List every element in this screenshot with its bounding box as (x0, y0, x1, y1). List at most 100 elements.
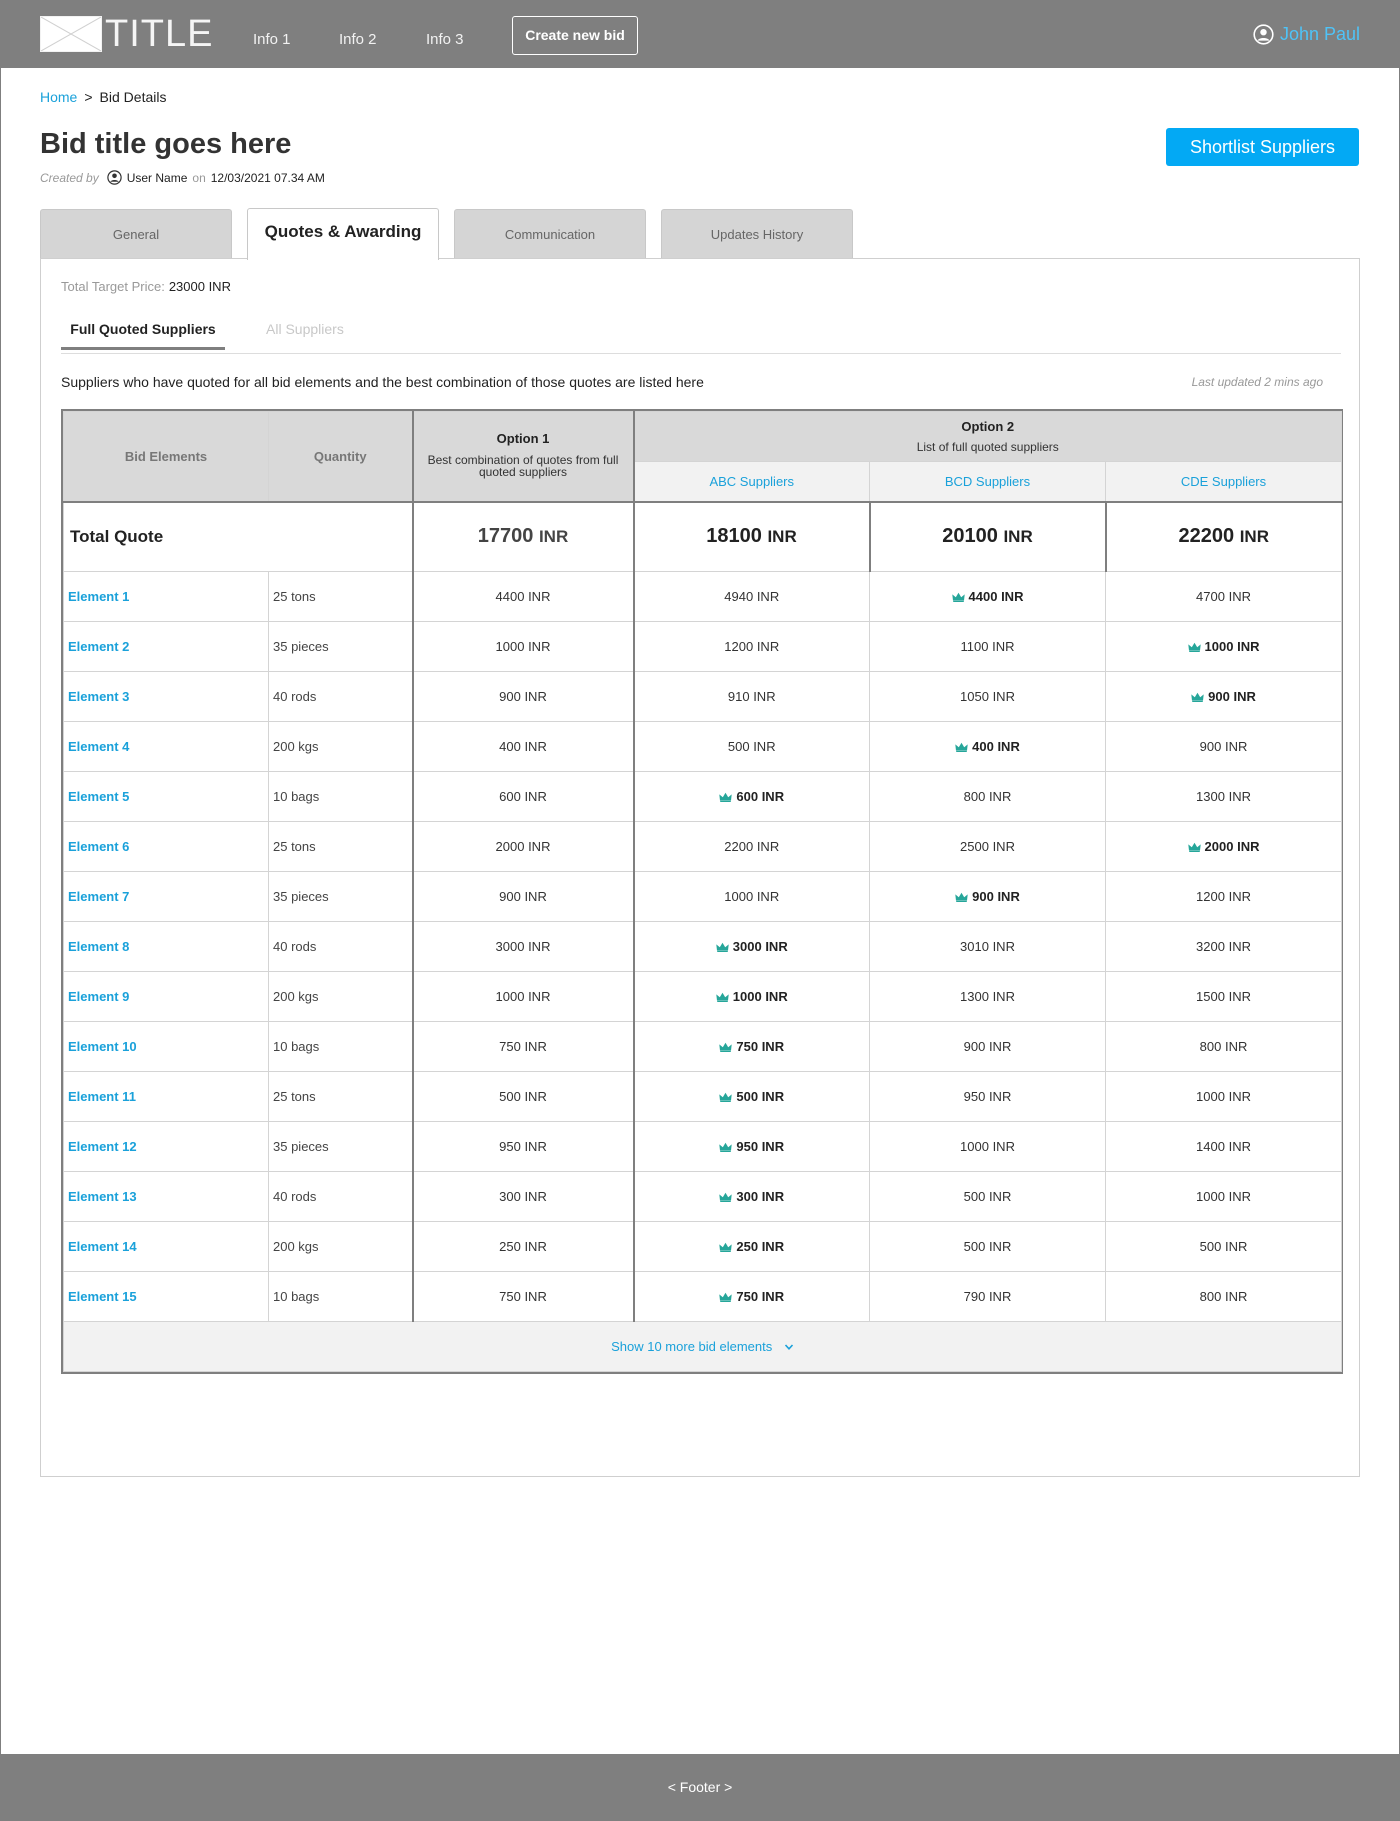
tab-updates-history[interactable]: Updates History (661, 209, 853, 259)
breadcrumb-home-link[interactable]: Home (40, 89, 77, 105)
best-quote-cell[interactable]: 1000 INR (1104, 621, 1343, 672)
supplier-quote-cell[interactable]: 500 INR (632, 721, 870, 772)
bid-element-link[interactable]: Element 14 (63, 1221, 269, 1272)
nav-info-2[interactable]: Info 2 (339, 31, 377, 48)
supplier-quote-cell[interactable]: 4940 INR (632, 571, 870, 622)
supplier-quote-cell[interactable]: 790 INR (869, 1271, 1106, 1322)
best-quote-cell[interactable]: 300 INR (632, 1171, 870, 1222)
best-quote-cell[interactable]: 600 INR (632, 771, 870, 822)
option-1-quote-cell: 600 INR (411, 771, 634, 822)
best-quote-cell[interactable]: 1000 INR (632, 971, 870, 1022)
best-quote-cell[interactable]: 4400 INR (869, 571, 1106, 622)
supplier-header-cde[interactable]: CDE Suppliers (1104, 461, 1343, 502)
best-quote-cell[interactable]: 750 INR (632, 1021, 870, 1072)
best-quote-cell[interactable]: 750 INR (632, 1271, 870, 1322)
best-quote-cell[interactable]: 500 INR (632, 1071, 870, 1122)
supplier-quote-cell[interactable]: 1400 INR (1104, 1121, 1343, 1172)
supplier-quote-cell[interactable]: 1050 INR (869, 671, 1106, 722)
supplier-quote-cell[interactable]: 1300 INR (1104, 771, 1343, 822)
best-quote-cell[interactable]: 950 INR (632, 1121, 870, 1172)
bid-element-link[interactable]: Element 15 (63, 1271, 269, 1322)
supplier-quote-cell[interactable]: 3010 INR (869, 921, 1106, 972)
bid-element-link[interactable]: Element 9 (63, 971, 269, 1022)
supplier-quote-cell[interactable]: 1200 INR (632, 621, 870, 672)
quote-value: 600 INR (736, 789, 785, 804)
table-row: Element 13 40 rods 300 INR 300 INR 500 INR 10… (63, 1171, 1343, 1222)
crown-icon (1187, 842, 1201, 852)
supplier-header-abc[interactable]: ABC Suppliers (632, 461, 870, 502)
supplier-quote-cell[interactable]: 500 INR (869, 1171, 1106, 1222)
tab-communication[interactable]: Communication (454, 209, 646, 259)
create-new-bid-button[interactable]: Create new bid (512, 16, 638, 55)
show-more-button[interactable]: Show 10 more bid elements (62, 1321, 1343, 1372)
total-currency: INR (1239, 527, 1269, 547)
bid-element-link[interactable]: Element 4 (63, 721, 269, 772)
supplier-quote-cell[interactable]: 3200 INR (1104, 921, 1343, 972)
supplier-quote-cell[interactable]: 800 INR (1104, 1271, 1343, 1322)
bid-element-link[interactable]: Element 6 (63, 821, 269, 872)
supplier-quote-cell[interactable]: 800 INR (869, 771, 1106, 822)
total-currency: INR (767, 527, 797, 547)
bid-element-link[interactable]: Element 8 (63, 921, 269, 972)
bid-element-link[interactable]: Element 7 (63, 871, 269, 922)
best-quote-cell[interactable]: 400 INR (869, 721, 1106, 772)
supplier-quote-cell[interactable]: 1000 INR (632, 871, 870, 922)
best-quote-cell[interactable]: 3000 INR (632, 921, 870, 972)
quote-value: 2000 INR (1204, 839, 1260, 854)
bid-element-link[interactable]: Element 2 (63, 621, 269, 672)
top-navbar: TITLE Info 1 Info 2 Info 3 Create new bi… (0, 0, 1400, 68)
total-quote-bcd: 20100 INR (868, 500, 1106, 572)
nav-info-3[interactable]: Info 3 (426, 31, 464, 48)
logo-placeholder-icon[interactable] (40, 16, 102, 52)
supplier-quote-cell[interactable]: 1000 INR (1104, 1171, 1343, 1222)
tab-general[interactable]: General (40, 209, 232, 259)
bid-element-link[interactable]: Element 11 (63, 1071, 269, 1122)
supplier-quote-cell[interactable]: 1500 INR (1104, 971, 1343, 1022)
best-quote-cell[interactable]: 900 INR (1104, 671, 1343, 722)
subtab-full-quoted-suppliers[interactable]: Full Quoted Suppliers (61, 321, 225, 350)
supplier-quote-cell[interactable]: 900 INR (869, 1021, 1106, 1072)
supplier-quote-cell[interactable]: 1000 INR (1104, 1071, 1343, 1122)
supplier-quote-cell[interactable]: 2500 INR (869, 821, 1106, 872)
supplier-quote-cell[interactable]: 1000 INR (869, 1121, 1106, 1172)
page-frame-left (0, 68, 1, 1754)
show-more-label: Show 10 more bid elements (611, 1339, 773, 1354)
on-label: on (192, 170, 206, 185)
supplier-quote-cell[interactable]: 500 INR (869, 1221, 1106, 1272)
bid-element-link[interactable]: Element 13 (63, 1171, 269, 1222)
supplier-quote-cell[interactable]: 4700 INR (1104, 571, 1343, 622)
crown-icon (1191, 692, 1204, 702)
supplier-quote-cell[interactable]: 800 INR (1104, 1021, 1343, 1072)
supplier-quote-cell[interactable]: 900 INR (1104, 721, 1343, 772)
bid-element-link[interactable]: Element 12 (63, 1121, 269, 1172)
bid-element-link[interactable]: Element 1 (63, 571, 269, 622)
quote-value: 1000 INR (732, 989, 788, 1004)
option-1-quote-cell: 950 INR (411, 1121, 634, 1172)
supplier-header-bcd[interactable]: BCD Suppliers (869, 461, 1106, 502)
best-quote-cell[interactable]: 250 INR (632, 1221, 870, 1272)
user-menu[interactable]: John Paul (1253, 24, 1360, 45)
shortlist-suppliers-button[interactable]: Shortlist Suppliers (1166, 128, 1359, 166)
tab-quotes-awarding[interactable]: Quotes & Awarding (247, 208, 439, 260)
supplier-quote-cell[interactable]: 1200 INR (1104, 871, 1343, 922)
bid-element-link[interactable]: Element 3 (63, 671, 269, 722)
total-amount: 22200 (1178, 525, 1235, 548)
supplier-quote-cell[interactable]: 910 INR (632, 671, 870, 722)
supplier-quote-cell[interactable]: 2200 INR (632, 821, 870, 872)
supplier-quote-cell[interactable]: 1300 INR (869, 971, 1106, 1022)
bid-element-link[interactable]: Element 10 (63, 1021, 269, 1072)
option-1-quote-cell: 300 INR (411, 1171, 634, 1222)
brand-title[interactable]: TITLE (105, 14, 213, 54)
best-quote-cell[interactable]: 2000 INR (1104, 821, 1343, 872)
option-1-quote-cell: 750 INR (411, 1021, 634, 1072)
table-row: Element 12 35 pieces 950 INR 950 INR 1000 IN… (63, 1121, 1343, 1172)
supplier-quote-cell[interactable]: 500 INR (1104, 1221, 1343, 1272)
supplier-quote-cell[interactable]: 1100 INR (869, 621, 1106, 672)
subtab-all-suppliers[interactable]: All Suppliers (266, 321, 344, 337)
nav-info-1[interactable]: Info 1 (253, 31, 291, 48)
supplier-quote-cell[interactable]: 950 INR (869, 1071, 1106, 1122)
best-quote-cell[interactable]: 900 INR (869, 871, 1106, 922)
quotes-panel: Total Target Price: 23000 INR Full Quoted… (40, 258, 1360, 1477)
table-row: Element 9 200 kgs 1000 INR 1000 INR 1300 INR… (63, 971, 1343, 1022)
bid-element-link[interactable]: Element 5 (63, 771, 269, 822)
